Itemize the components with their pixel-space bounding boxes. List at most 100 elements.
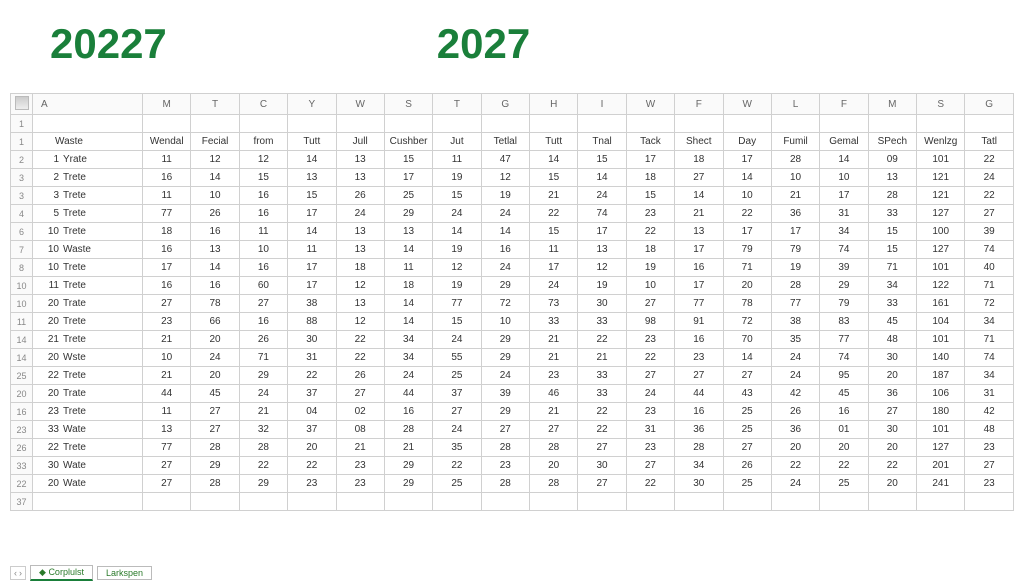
cell[interactable]: 13 <box>336 295 384 313</box>
cell[interactable] <box>530 115 578 133</box>
cell[interactable]: 25 <box>384 187 432 205</box>
cell[interactable]: 17 <box>578 223 626 241</box>
cell[interactable]: 24 <box>433 331 481 349</box>
cell[interactable]: 23 <box>336 475 384 493</box>
cell[interactable]: 25 <box>433 367 481 385</box>
column-label[interactable]: Tutt <box>288 133 336 151</box>
cell[interactable]: 23 <box>336 457 384 475</box>
cell[interactable]: 70 <box>723 331 771 349</box>
cell[interactable]: 23 <box>626 403 674 421</box>
row-label[interactable]: 3Trete <box>33 187 143 205</box>
cell[interactable]: 78 <box>191 295 239 313</box>
cell[interactable]: 33 <box>578 385 626 403</box>
cell[interactable]: 14 <box>384 241 432 259</box>
cell[interactable]: 21 <box>239 403 287 421</box>
cell[interactable]: 15 <box>530 223 578 241</box>
cell[interactable]: 13 <box>336 241 384 259</box>
cell[interactable]: 21 <box>530 349 578 367</box>
cell[interactable]: 11 <box>143 187 191 205</box>
column-label[interactable]: Fumil <box>771 133 819 151</box>
cell[interactable]: 24 <box>481 367 529 385</box>
cell[interactable]: 24 <box>530 277 578 295</box>
cell[interactable]: 17 <box>143 259 191 277</box>
cell[interactable]: 27 <box>143 457 191 475</box>
cell[interactable]: 42 <box>965 403 1014 421</box>
cell[interactable]: 29 <box>481 349 529 367</box>
cell[interactable]: 38 <box>771 313 819 331</box>
cell[interactable]: 24 <box>191 349 239 367</box>
cell[interactable]: 30 <box>578 295 626 313</box>
column-header[interactable]: T <box>433 94 481 115</box>
cell[interactable]: 127 <box>917 205 965 223</box>
cell[interactable] <box>626 115 674 133</box>
cell[interactable]: 12 <box>578 259 626 277</box>
cell[interactable]: 22 <box>336 349 384 367</box>
cell[interactable]: 19 <box>771 259 819 277</box>
cell[interactable]: 27 <box>868 403 916 421</box>
cell[interactable]: 10 <box>143 349 191 367</box>
cell[interactable]: 31 <box>288 349 336 367</box>
cell[interactable] <box>771 115 819 133</box>
cell[interactable]: 24 <box>626 385 674 403</box>
cell[interactable]: 14 <box>723 169 771 187</box>
cell[interactable]: 27 <box>191 421 239 439</box>
cell[interactable]: 14 <box>675 187 723 205</box>
cell[interactable]: 14 <box>191 169 239 187</box>
row-label[interactable]: 5Trete <box>33 205 143 223</box>
cell[interactable]: 71 <box>239 349 287 367</box>
cell[interactable]: 21 <box>675 205 723 223</box>
cell[interactable] <box>868 493 916 511</box>
cell[interactable]: 15 <box>868 223 916 241</box>
column-label[interactable]: Tatl <box>965 133 1014 151</box>
cell[interactable]: 27 <box>626 367 674 385</box>
cell[interactable]: 24 <box>578 187 626 205</box>
cell[interactable]: 16 <box>239 313 287 331</box>
cell[interactable]: 28 <box>239 439 287 457</box>
cell[interactable]: 23 <box>965 439 1014 457</box>
row-number[interactable]: 4 <box>11 205 33 223</box>
cell[interactable]: 44 <box>143 385 191 403</box>
cell[interactable]: 28 <box>530 475 578 493</box>
row-number[interactable]: 11 <box>11 313 33 331</box>
cell[interactable]: 71 <box>965 331 1014 349</box>
cell[interactable]: 27 <box>433 403 481 421</box>
sheet-tab-2[interactable]: Larkspen <box>97 566 152 580</box>
cell[interactable]: 25 <box>723 421 771 439</box>
cell[interactable]: 95 <box>820 367 868 385</box>
cell[interactable]: 17 <box>530 259 578 277</box>
cell[interactable] <box>481 493 529 511</box>
cell[interactable]: 26 <box>771 403 819 421</box>
cell[interactable]: 127 <box>917 241 965 259</box>
cell[interactable]: 14 <box>384 295 432 313</box>
cell[interactable]: 101 <box>917 259 965 277</box>
cell[interactable] <box>723 115 771 133</box>
cell[interactable]: 28 <box>868 187 916 205</box>
row-number[interactable]: 25 <box>11 367 33 385</box>
cell[interactable]: 101 <box>917 331 965 349</box>
cell[interactable]: 77 <box>771 295 819 313</box>
column-header[interactable]: F <box>675 94 723 115</box>
cell[interactable]: 26 <box>723 457 771 475</box>
cell[interactable]: 22 <box>723 205 771 223</box>
cell[interactable]: 161 <box>917 295 965 313</box>
cell[interactable]: 16 <box>481 241 529 259</box>
cell[interactable]: 15 <box>578 151 626 169</box>
row-number[interactable]: 37 <box>11 493 33 511</box>
cell[interactable]: 22 <box>868 457 916 475</box>
cell[interactable]: 17 <box>626 151 674 169</box>
nav-next-icon[interactable]: › <box>19 568 22 578</box>
cell[interactable] <box>530 493 578 511</box>
row-number[interactable]: 3 <box>11 187 33 205</box>
column-label[interactable]: Tack <box>626 133 674 151</box>
cell[interactable] <box>868 115 916 133</box>
column-label[interactable]: Tetlal <box>481 133 529 151</box>
cell[interactable]: 77 <box>820 331 868 349</box>
cell[interactable]: 27 <box>965 205 1014 223</box>
cell[interactable]: 72 <box>481 295 529 313</box>
column-header[interactable]: A <box>33 94 143 115</box>
cell[interactable]: 33 <box>868 205 916 223</box>
cell[interactable]: 23 <box>530 367 578 385</box>
cell[interactable]: 27 <box>578 439 626 457</box>
cell[interactable]: 31 <box>626 421 674 439</box>
row-number[interactable]: 2 <box>11 151 33 169</box>
